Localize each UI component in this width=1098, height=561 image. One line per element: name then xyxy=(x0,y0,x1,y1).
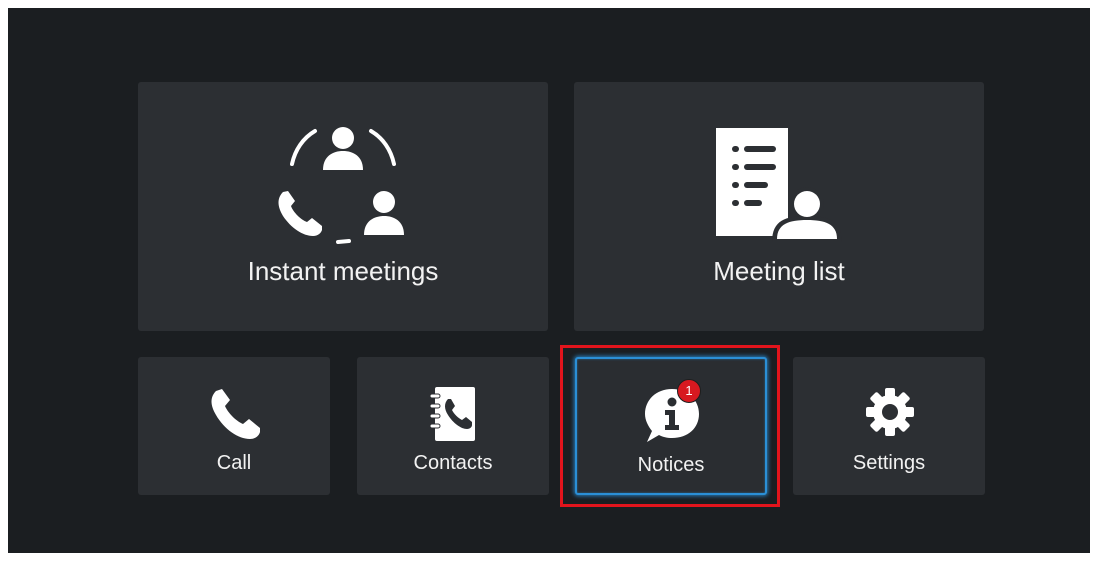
contacts-label: Contacts xyxy=(413,452,493,474)
notices-tile[interactable]: 1 Notices xyxy=(575,357,767,495)
home-screen: Instant meetings Meeting list Call Conta… xyxy=(8,8,1090,553)
meeting-list-label: Meeting list xyxy=(713,256,845,286)
meeting-list-icon xyxy=(716,128,842,242)
phone-icon xyxy=(211,389,260,439)
gear-icon xyxy=(866,388,914,436)
call-tile[interactable]: Call xyxy=(138,357,330,495)
settings-label: Settings xyxy=(852,452,926,474)
meeting-list-tile[interactable]: Meeting list xyxy=(574,82,984,331)
settings-tile[interactable]: Settings xyxy=(793,357,985,495)
instant-meetings-tile[interactable]: Instant meetings xyxy=(138,82,548,331)
contacts-book-icon xyxy=(429,387,475,441)
notification-badge: 1 xyxy=(677,379,701,403)
instant-meetings-label: Instant meetings xyxy=(247,256,439,286)
instant-meeting-icon xyxy=(278,127,404,244)
call-label: Call xyxy=(216,452,252,474)
notices-label: Notices xyxy=(637,454,705,476)
contacts-tile[interactable]: Contacts xyxy=(357,357,549,495)
